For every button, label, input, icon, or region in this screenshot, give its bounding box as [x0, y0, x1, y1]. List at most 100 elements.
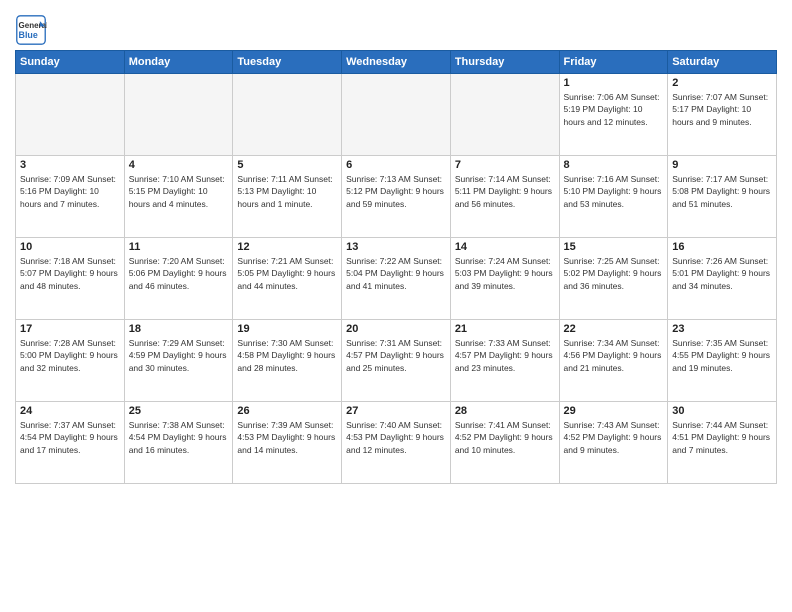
day-number: 25: [129, 405, 229, 417]
calendar-cell: [450, 74, 559, 156]
calendar-cell: 6 Sunrise: 7:13 AM Sunset: 5:12 PM Daylig…: [342, 156, 451, 238]
calendar-week-row: 1 Sunrise: 7:06 AM Sunset: 5:19 PM Daylig…: [16, 74, 777, 156]
weekday-header-friday: Friday: [559, 51, 668, 74]
day-info: Sunrise: 7:43 AM Sunset: 4:52 PM Dayligh…: [564, 419, 664, 456]
day-number: 30: [672, 405, 772, 417]
day-info: Sunrise: 7:38 AM Sunset: 4:54 PM Dayligh…: [129, 419, 229, 456]
calendar-cell: 7 Sunrise: 7:14 AM Sunset: 5:11 PM Daylig…: [450, 156, 559, 238]
day-number: 28: [455, 405, 555, 417]
calendar-cell: 28 Sunrise: 7:41 AM Sunset: 4:52 PM Dayli…: [450, 402, 559, 484]
day-number: 11: [129, 241, 229, 253]
day-number: 20: [346, 323, 446, 335]
day-info: Sunrise: 7:34 AM Sunset: 4:56 PM Dayligh…: [564, 337, 664, 374]
day-info: Sunrise: 7:41 AM Sunset: 4:52 PM Dayligh…: [455, 419, 555, 456]
day-info: Sunrise: 7:44 AM Sunset: 4:51 PM Dayligh…: [672, 419, 772, 456]
day-info: Sunrise: 7:40 AM Sunset: 4:53 PM Dayligh…: [346, 419, 446, 456]
header: General Blue: [15, 10, 777, 46]
day-number: 12: [237, 241, 337, 253]
day-info: Sunrise: 7:16 AM Sunset: 5:10 PM Dayligh…: [564, 173, 664, 210]
day-info: Sunrise: 7:22 AM Sunset: 5:04 PM Dayligh…: [346, 255, 446, 292]
day-info: Sunrise: 7:06 AM Sunset: 5:19 PM Dayligh…: [564, 91, 664, 128]
day-info: Sunrise: 7:17 AM Sunset: 5:08 PM Dayligh…: [672, 173, 772, 210]
day-number: 21: [455, 323, 555, 335]
day-info: Sunrise: 7:25 AM Sunset: 5:02 PM Dayligh…: [564, 255, 664, 292]
day-number: 22: [564, 323, 664, 335]
calendar-cell: [233, 74, 342, 156]
day-number: 23: [672, 323, 772, 335]
calendar-cell: 29 Sunrise: 7:43 AM Sunset: 4:52 PM Dayli…: [559, 402, 668, 484]
day-info: Sunrise: 7:13 AM Sunset: 5:12 PM Dayligh…: [346, 173, 446, 210]
day-info: Sunrise: 7:35 AM Sunset: 4:55 PM Dayligh…: [672, 337, 772, 374]
calendar-cell: [342, 74, 451, 156]
day-number: 17: [20, 323, 120, 335]
day-number: 16: [672, 241, 772, 253]
calendar-cell: 23 Sunrise: 7:35 AM Sunset: 4:55 PM Dayli…: [668, 320, 777, 402]
weekday-header-monday: Monday: [124, 51, 233, 74]
day-info: Sunrise: 7:18 AM Sunset: 5:07 PM Dayligh…: [20, 255, 120, 292]
calendar-cell: 5 Sunrise: 7:11 AM Sunset: 5:13 PM Daylig…: [233, 156, 342, 238]
calendar-week-row: 3Sunrise: 7:09 AM Sunset: 5:16 PM Daylig…: [16, 156, 777, 238]
day-info: Sunrise: 7:14 AM Sunset: 5:11 PM Dayligh…: [455, 173, 555, 210]
day-number: 3: [20, 159, 120, 171]
day-info: Sunrise: 7:20 AM Sunset: 5:06 PM Dayligh…: [129, 255, 229, 292]
calendar-cell: 13 Sunrise: 7:22 AM Sunset: 5:04 PM Dayli…: [342, 238, 451, 320]
day-info: Sunrise: 7:28 AM Sunset: 5:00 PM Dayligh…: [20, 337, 120, 374]
calendar-cell: 2 Sunrise: 7:07 AM Sunset: 5:17 PM Daylig…: [668, 74, 777, 156]
day-number: 8: [564, 159, 664, 171]
calendar-cell: 17 Sunrise: 7:28 AM Sunset: 5:00 PM Dayli…: [16, 320, 125, 402]
day-number: 29: [564, 405, 664, 417]
day-number: 13: [346, 241, 446, 253]
day-info: Sunrise: 7:11 AM Sunset: 5:13 PM Dayligh…: [237, 173, 337, 210]
calendar-table: SundayMondayTuesdayWednesdayThursdayFrid…: [15, 50, 777, 484]
day-number: 14: [455, 241, 555, 253]
day-info: Sunrise: 7:37 AM Sunset: 4:54 PM Dayligh…: [20, 419, 120, 456]
day-number: 9: [672, 159, 772, 171]
calendar-cell: 26Sunrise: 7:39 AM Sunset: 4:53 PM Dayli…: [233, 402, 342, 484]
calendar-cell: 18 Sunrise: 7:29 AM Sunset: 4:59 PM Dayli…: [124, 320, 233, 402]
calendar-cell: 14 Sunrise: 7:24 AM Sunset: 5:03 PM Dayli…: [450, 238, 559, 320]
weekday-header-sunday: Sunday: [16, 51, 125, 74]
calendar-cell: 15 Sunrise: 7:25 AM Sunset: 5:02 PM Dayli…: [559, 238, 668, 320]
day-number: 2: [672, 77, 772, 89]
calendar-cell: 1 Sunrise: 7:06 AM Sunset: 5:19 PM Daylig…: [559, 74, 668, 156]
day-number: 6: [346, 159, 446, 171]
day-number: 18: [129, 323, 229, 335]
calendar-cell: 30 Sunrise: 7:44 AM Sunset: 4:51 PM Dayli…: [668, 402, 777, 484]
calendar-cell: 24 Sunrise: 7:37 AM Sunset: 4:54 PM Dayli…: [16, 402, 125, 484]
day-info: Sunrise: 7:24 AM Sunset: 5:03 PM Dayligh…: [455, 255, 555, 292]
calendar-cell: 22 Sunrise: 7:34 AM Sunset: 4:56 PM Dayli…: [559, 320, 668, 402]
day-number: 7: [455, 159, 555, 171]
day-info: Sunrise: 7:21 AM Sunset: 5:05 PM Dayligh…: [237, 255, 337, 292]
day-number: 4: [129, 159, 229, 171]
calendar-cell: 16 Sunrise: 7:26 AM Sunset: 5:01 PM Dayli…: [668, 238, 777, 320]
weekday-header-tuesday: Tuesday: [233, 51, 342, 74]
day-number: 1: [564, 77, 664, 89]
day-info: Sunrise: 7:26 AM Sunset: 5:01 PM Dayligh…: [672, 255, 772, 292]
logo: General Blue: [15, 14, 51, 46]
calendar-cell: 8 Sunrise: 7:16 AM Sunset: 5:10 PM Daylig…: [559, 156, 668, 238]
calendar-week-row: 24 Sunrise: 7:37 AM Sunset: 4:54 PM Dayli…: [16, 402, 777, 484]
weekday-header-wednesday: Wednesday: [342, 51, 451, 74]
calendar-cell: 25 Sunrise: 7:38 AM Sunset: 4:54 PM Dayli…: [124, 402, 233, 484]
weekday-header-saturday: Saturday: [668, 51, 777, 74]
day-number: 10: [20, 241, 120, 253]
calendar-cell: 9 Sunrise: 7:17 AM Sunset: 5:08 PM Daylig…: [668, 156, 777, 238]
day-info: Sunrise: 7:29 AM Sunset: 4:59 PM Dayligh…: [129, 337, 229, 374]
calendar-cell: 21 Sunrise: 7:33 AM Sunset: 4:57 PM Dayli…: [450, 320, 559, 402]
day-info: Sunrise: 7:10 AM Sunset: 5:15 PM Dayligh…: [129, 173, 229, 210]
calendar-cell: 3Sunrise: 7:09 AM Sunset: 5:16 PM Daylig…: [16, 156, 125, 238]
day-number: 15: [564, 241, 664, 253]
calendar-cell: [16, 74, 125, 156]
day-info: Sunrise: 7:07 AM Sunset: 5:17 PM Dayligh…: [672, 91, 772, 128]
calendar-cell: 10 Sunrise: 7:18 AM Sunset: 5:07 PM Dayli…: [16, 238, 125, 320]
day-number: 5: [237, 159, 337, 171]
day-number: 24: [20, 405, 120, 417]
day-info: Sunrise: 7:31 AM Sunset: 4:57 PM Dayligh…: [346, 337, 446, 374]
calendar-cell: [124, 74, 233, 156]
day-info: Sunrise: 7:33 AM Sunset: 4:57 PM Dayligh…: [455, 337, 555, 374]
day-number: 27: [346, 405, 446, 417]
calendar-week-row: 10 Sunrise: 7:18 AM Sunset: 5:07 PM Dayli…: [16, 238, 777, 320]
calendar-cell: 4 Sunrise: 7:10 AM Sunset: 5:15 PM Daylig…: [124, 156, 233, 238]
weekday-header-thursday: Thursday: [450, 51, 559, 74]
logo-icon: General Blue: [15, 14, 47, 46]
